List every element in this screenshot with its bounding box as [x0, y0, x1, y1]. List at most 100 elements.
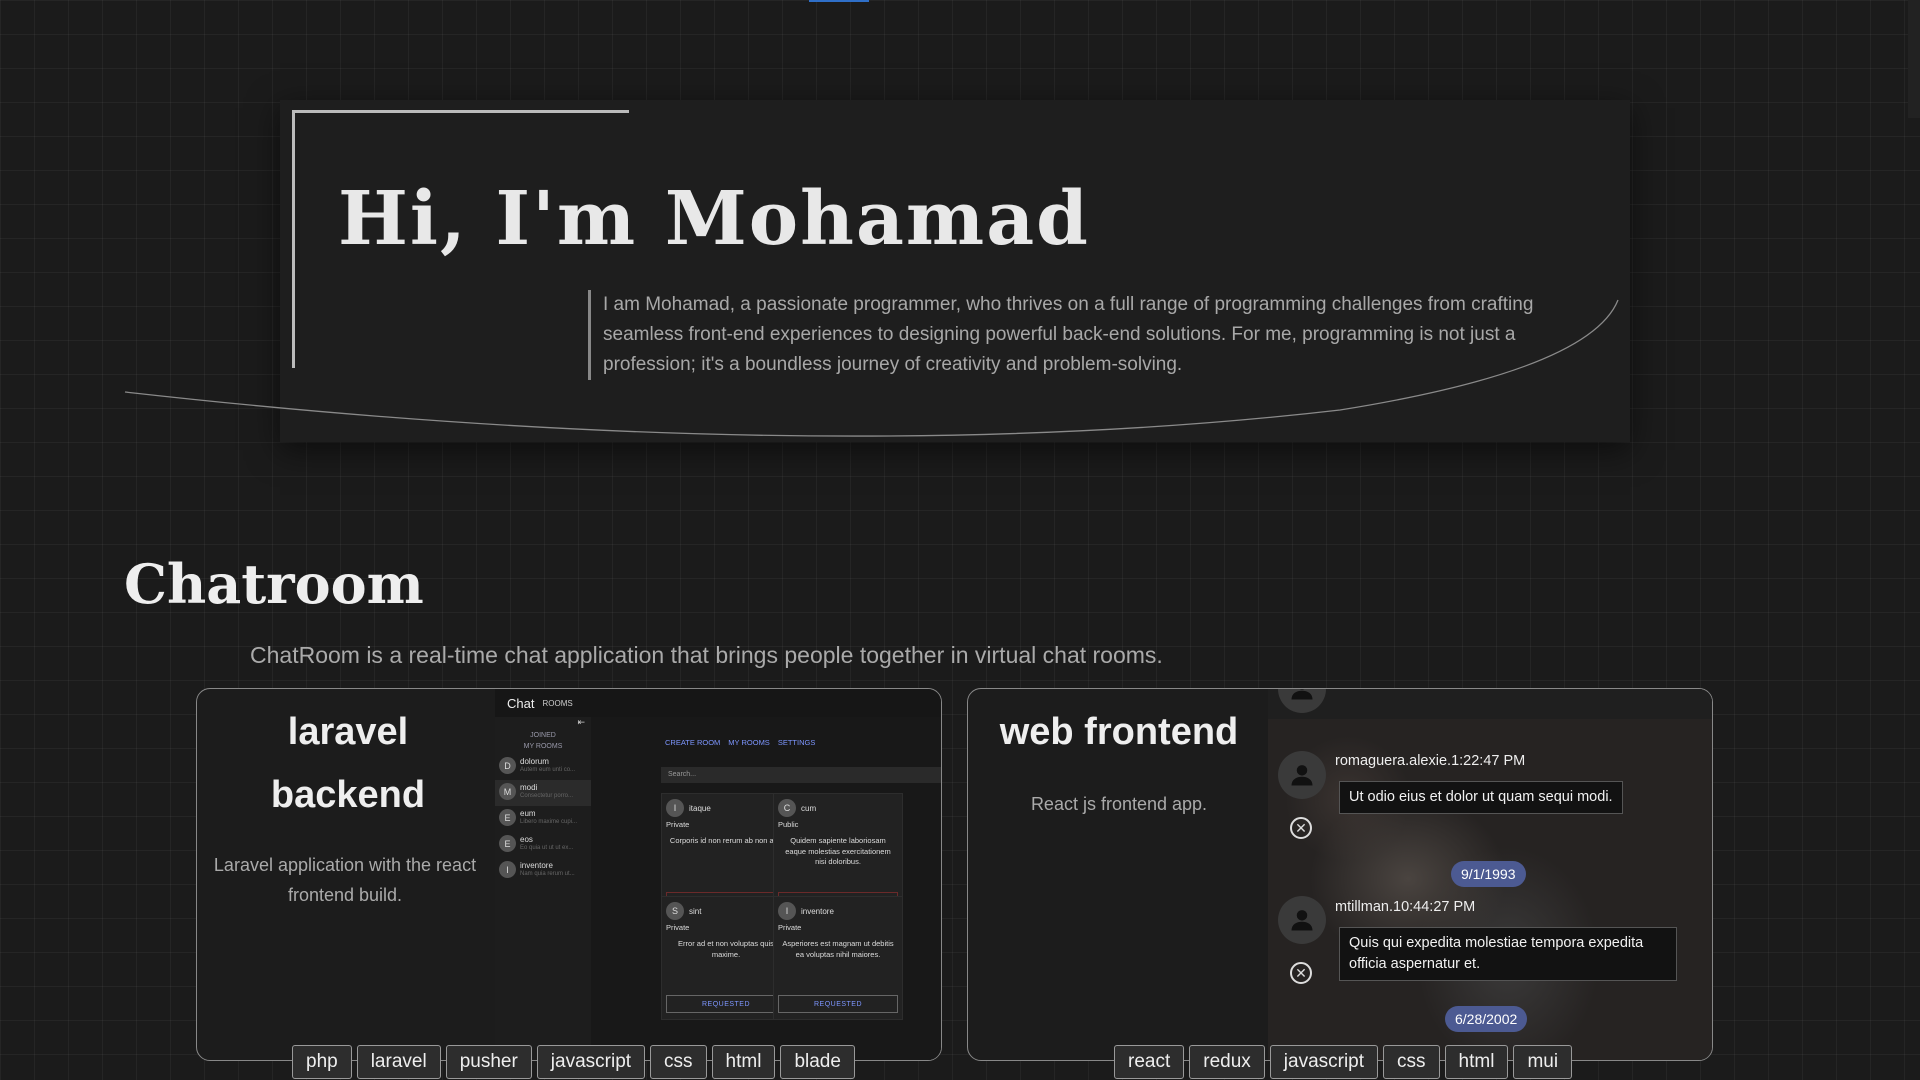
room-description: Asperiores est magnam ut debitis ea volu…	[782, 939, 894, 959]
room-avatar: D	[499, 757, 516, 774]
project-card-laravel[interactable]: laravel backend Laravel application with…	[196, 688, 942, 1061]
tech-tag[interactable]: css	[1383, 1045, 1440, 1079]
chat-header	[1268, 689, 1712, 719]
room-card-header: Ccum	[774, 794, 902, 817]
room-avatar: I	[778, 902, 796, 920]
avatar	[1278, 896, 1326, 944]
delete-message-icon[interactable]: ✕	[1290, 817, 1312, 839]
room-card-header: Iinventore	[774, 897, 902, 920]
project-subtitle: ChatRoom is a real-time chat application…	[250, 642, 1163, 668]
room-avatar: S	[666, 902, 684, 920]
room-action-button: REQUESTED	[778, 995, 898, 1013]
room-text: eos Eo quia ut ut ut ex...	[520, 835, 586, 852]
room-preview: Eo quia ut ut ut ex...	[520, 845, 574, 851]
tech-tag[interactable]: mui	[1513, 1045, 1573, 1079]
room-avatar: C	[778, 799, 796, 817]
tech-tag[interactable]: css	[650, 1045, 707, 1079]
user-icon	[1291, 689, 1313, 700]
room-avatar: M	[499, 783, 516, 800]
app-brand: Chat	[507, 695, 535, 711]
hero-frame-left	[292, 110, 295, 368]
room-description: Corporis id non rerum ab non aut.	[669, 836, 783, 845]
sidebar-room: Eeos Eo quia ut ut ut ex...	[495, 832, 591, 858]
rooms-nav: CREATE ROOM MY ROOMS SETTINGS	[665, 738, 815, 747]
delete-message-icon[interactable]: ✕	[1290, 962, 1312, 984]
nav-create-room: CREATE ROOM	[665, 738, 721, 747]
user-icon	[1291, 910, 1313, 931]
room-card-header: Iitaque	[662, 794, 790, 817]
sidebar-label-my-rooms: MY ROOMS	[523, 743, 563, 750]
room-sidebar: ⇤ JOINED MY ROOMS Ddolorum Autem eum unti…	[495, 717, 591, 1060]
hero-bio: I am Mohamad, a passionate programmer, w…	[588, 290, 1548, 380]
room-avatar: E	[499, 835, 516, 852]
card-title: laravel backend	[270, 711, 426, 816]
room-preview: Consectetur porro...	[520, 793, 574, 799]
room-description: Error ad et non voluptas quis maxime.	[678, 939, 774, 959]
card-description: React js frontend app.	[1030, 794, 1208, 814]
user-icon	[1291, 765, 1313, 786]
date-badge: 6/28/2002	[1445, 1006, 1528, 1032]
room-name: inventore	[801, 906, 834, 916]
room-name: eum	[520, 809, 536, 818]
hero-frame-top	[292, 110, 629, 113]
room-preview: Autem eum unti co...	[520, 767, 576, 773]
room-avatar: I	[499, 861, 516, 878]
room-card-header: Ssint	[662, 897, 790, 920]
room-card: Ssint Private Error ad et non voluptas qui…	[661, 896, 791, 1020]
collapse-icon: ⇤	[577, 717, 585, 727]
room-card: Iinventore Private Asperiores est magnam u…	[773, 896, 903, 1020]
tech-tag[interactable]: pusher	[445, 1045, 532, 1079]
nav-settings: SETTINGS	[777, 738, 816, 747]
tech-tag[interactable]: react	[1114, 1045, 1185, 1079]
card-description: Laravel application with the react front…	[213, 855, 477, 905]
project-card-react[interactable]: web frontend React js frontend app. roma…	[967, 688, 1713, 1061]
room-type: Private	[666, 820, 690, 829]
rooms-main: CREATE ROOM MY ROOMS SETTINGS Search... …	[591, 717, 941, 1060]
room-name: sint	[689, 906, 702, 916]
message-author: romaguera.alexie.1:22:47 PM	[1335, 753, 1526, 769]
room-name: itaque	[689, 803, 711, 813]
tech-tag[interactable]: php	[292, 1045, 352, 1079]
message-bubble: Ut odio eius et dolor ut quam sequi modi…	[1339, 781, 1623, 814]
room-description: Quidem sapiente laboriosam eaque molesti…	[785, 836, 891, 866]
tech-tag[interactable]: redux	[1189, 1045, 1265, 1079]
rooms-link: ROOMS	[542, 698, 573, 708]
tech-tag[interactable]: javascript	[536, 1045, 646, 1079]
room-type: Private	[666, 923, 690, 932]
room-text: eum Libero maxime cupi...	[520, 809, 586, 826]
tech-tag[interactable]: laravel	[356, 1045, 441, 1079]
room-name: inventore	[520, 861, 553, 870]
react-app-screenshot: romaguera.alexie.1:22:47 PM Ut odio eius…	[1268, 689, 1712, 1060]
room-preview: Nam quia rerum ut...	[520, 871, 575, 877]
room-avatar: E	[499, 809, 516, 826]
room-name: cum	[801, 803, 817, 813]
sidebar-label-joined: JOINED	[530, 732, 556, 739]
room-name: dolorum	[520, 757, 549, 766]
rooms-search: Search...	[661, 767, 941, 783]
tech-tag[interactable]: blade	[780, 1045, 855, 1079]
top-progress-indicator	[809, 0, 869, 2]
message-author: mtillman.10:44:27 PM	[1335, 899, 1476, 915]
avatar	[1278, 751, 1326, 799]
tech-tag[interactable]: javascript	[1269, 1045, 1379, 1079]
date-badge: 9/1/1993	[1451, 861, 1526, 887]
room-text: dolorum Autem eum unti co...	[520, 757, 586, 774]
room-text: modi Consectetur porro...	[520, 783, 586, 800]
room-name: eos	[520, 835, 533, 844]
room-action-button: REQUESTED	[666, 995, 786, 1013]
app-topbar: Chat ROOMS	[495, 689, 941, 717]
tag-row-laravel: php laravel pusher javascript css html blade	[292, 1045, 855, 1079]
room-type: Public	[778, 820, 799, 829]
message-bubble: Quis qui expedita molestiae tempora expe…	[1339, 927, 1677, 981]
card-title: web frontend	[999, 711, 1239, 753]
sidebar-room: Mmodi Consectetur porro...	[495, 780, 591, 806]
project-title: Chatroom	[124, 552, 424, 616]
scrollbar-thumb[interactable]	[1908, 0, 1920, 118]
hero-panel	[280, 100, 1630, 442]
room-type: Private	[778, 923, 802, 932]
hero-title: Hi, I'm Mohamad	[338, 176, 1090, 262]
sidebar-room: Eeum Libero maxime cupi...	[495, 806, 591, 832]
tech-tag[interactable]: html	[711, 1045, 776, 1079]
tech-tag[interactable]: html	[1444, 1045, 1509, 1079]
room-name: modi	[520, 783, 538, 792]
